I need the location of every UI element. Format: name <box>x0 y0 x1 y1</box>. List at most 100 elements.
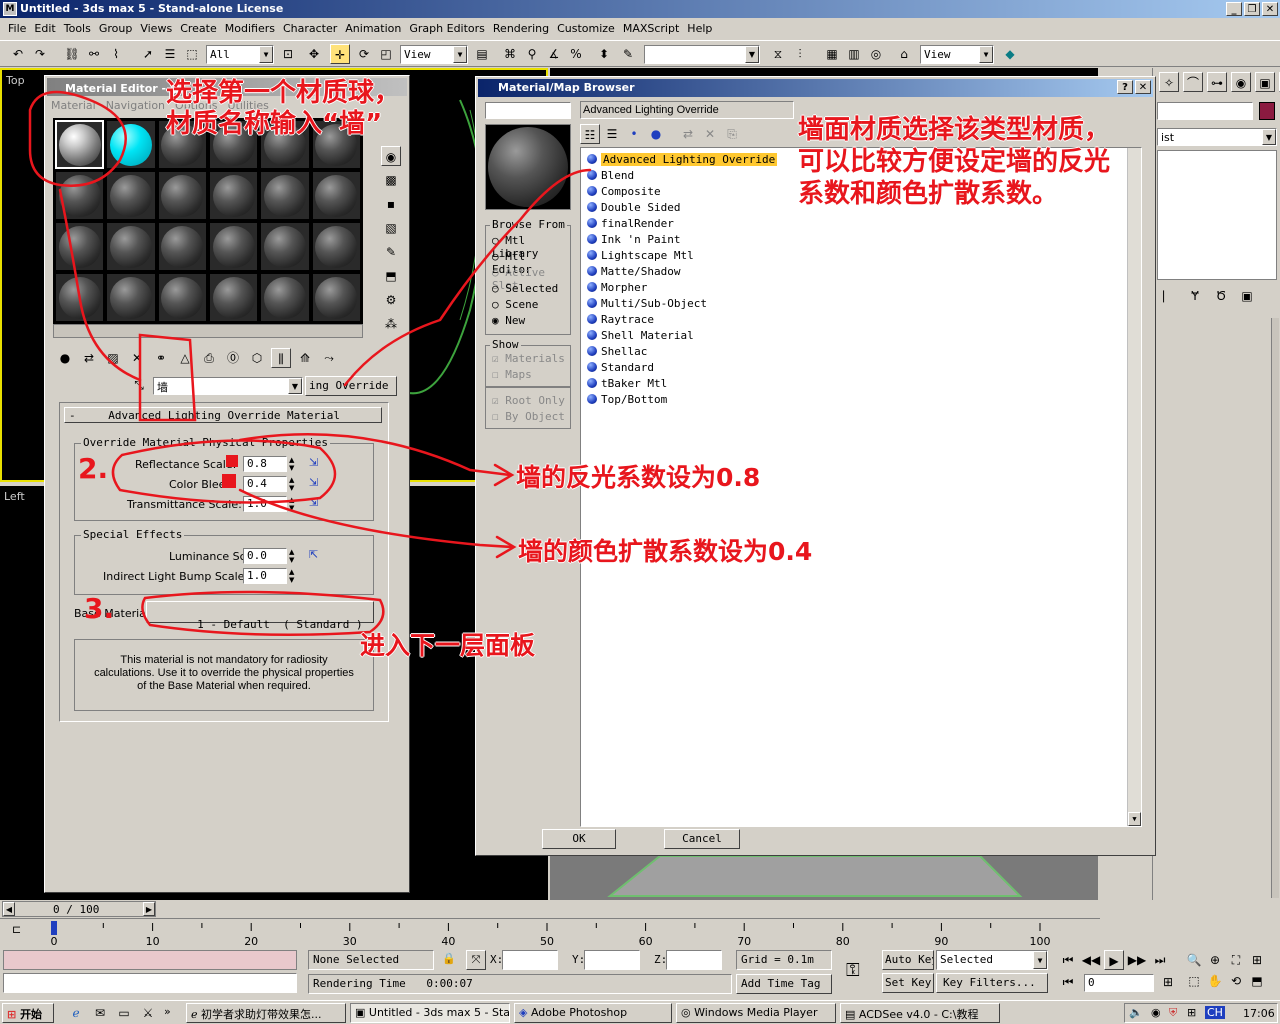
browser-list-item[interactable]: Morpher <box>587 280 777 296</box>
render-view-dropdown[interactable]: View ▼ <box>920 45 994 64</box>
menu-file[interactable]: File <box>4 19 30 38</box>
scale-icon[interactable]: ◰ <box>376 44 396 64</box>
menu-create[interactable]: Create <box>176 19 221 38</box>
luminance-spinner[interactable]: ▲ ▼ <box>289 548 294 564</box>
options-icon[interactable]: ⚙ <box>381 290 401 310</box>
object-color-swatch[interactable] <box>1259 102 1275 120</box>
browser-list-item[interactable]: Ink 'n Paint <box>587 232 777 248</box>
selection-filter-dropdown[interactable]: All ▼ <box>206 45 274 64</box>
assign-to-selection-icon[interactable]: ▨ <box>103 348 123 368</box>
checkbox-by-object[interactable]: ☐ By Object <box>492 410 565 423</box>
region-select-icon[interactable]: ⬚ <box>182 44 202 64</box>
background-icon[interactable]: ▪ <box>381 194 401 214</box>
browser-list-item[interactable]: Blend <box>587 168 777 184</box>
sample-slot[interactable] <box>106 222 156 271</box>
cancel-button[interactable]: Cancel <box>664 829 740 849</box>
radio-scene[interactable]: ○ Scene <box>492 298 538 311</box>
reflectance-input[interactable]: 0.8 <box>243 456 287 472</box>
select-icon[interactable]: ➚ <box>138 44 158 64</box>
go-forward-sibling-icon[interactable]: ⤳ <box>319 348 339 368</box>
bind-spacewarp-icon[interactable]: ⌇ <box>106 44 126 64</box>
browser-list-item[interactable]: Composite <box>587 184 777 200</box>
go-to-parent-icon[interactable]: ⟰ <box>295 348 315 368</box>
link-icon[interactable]: ⛓ <box>62 44 82 64</box>
delete-from-library-icon[interactable]: ✕ <box>700 124 720 144</box>
view-large-icons-icon[interactable]: ● <box>646 124 666 144</box>
make-unique-icon[interactable]: Ծ <box>1211 286 1231 306</box>
uv-tiling-icon[interactable]: ▧ <box>381 218 401 238</box>
menu-rendering[interactable]: Rendering <box>489 19 553 38</box>
zoom-icon[interactable]: 🔍 <box>1184 950 1204 970</box>
sample-slot[interactable] <box>311 222 361 271</box>
browser-list-item[interactable]: Standard <box>587 360 777 376</box>
sample-slot[interactable] <box>157 222 207 271</box>
modifier-stack[interactable] <box>1157 150 1277 280</box>
menu-animation[interactable]: Animation <box>341 19 405 38</box>
reflectance-spinner[interactable]: ▲ ▼ <box>289 456 294 472</box>
sample-slot[interactable] <box>55 273 105 322</box>
named-selection-icon[interactable]: ✎ <box>618 44 638 64</box>
material-name-field[interactable]: 墙 ▼ <box>153 377 303 395</box>
unlink-icon[interactable]: ⚯ <box>84 44 104 64</box>
menu-maxscript[interactable]: MAXScript <box>619 19 683 38</box>
transmittance-input[interactable]: 1.0 <box>243 496 287 512</box>
set-key-button[interactable]: Set Key <box>882 973 934 993</box>
task-3dsmax[interactable]: ▣ Untitled - 3ds max 5 - Sta... <box>350 1003 510 1023</box>
lock-icon[interactable]: 🔒 <box>442 952 456 965</box>
make-preview-icon[interactable]: ⬒ <box>381 266 401 286</box>
browser-list-item[interactable]: tBaker Mtl <box>587 376 777 392</box>
redo-icon[interactable]: ↷ <box>30 44 50 64</box>
menu-graph-editors[interactable]: Graph Editors <box>405 19 489 38</box>
select-by-name-icon[interactable]: ☰ <box>160 44 180 64</box>
sample-type-icon[interactable]: ◉ <box>381 146 401 166</box>
motion-tab-icon[interactable]: ◉ <box>1231 72 1251 92</box>
menu-group[interactable]: Group <box>95 19 137 38</box>
sample-slot[interactable] <box>157 171 207 220</box>
next-frame-icon[interactable]: ▶▶ <box>1127 950 1147 970</box>
get-material-icon[interactable]: ● <box>55 348 75 368</box>
help-icon[interactable]: ? <box>1117 80 1133 94</box>
time-prev-icon[interactable]: ◀ <box>3 902 15 916</box>
schematic-view-icon[interactable]: ▥ <box>844 44 864 64</box>
zoom-all-icon[interactable]: ⊕ <box>1205 950 1225 970</box>
key-icon[interactable]: ⚿ <box>846 960 860 981</box>
window-crossing-icon[interactable]: ⊡ <box>278 44 298 64</box>
modify-tab-icon[interactable]: ⌒ <box>1183 72 1203 92</box>
add-time-tag-button[interactable]: Add Time Tag <box>736 974 832 994</box>
browser-list-item[interactable]: Raytrace <box>587 312 777 328</box>
close-icon[interactable]: ✕ <box>1135 80 1151 94</box>
browser-list-item[interactable]: Shellac <box>587 344 777 360</box>
task-forum[interactable]: ℯ 初学者求助灯带效果怎... <box>186 1003 346 1023</box>
tray-network-icon[interactable]: ⊞ <box>1187 1006 1196 1019</box>
zoom-extents-icon[interactable]: ⛶ <box>1226 950 1246 970</box>
maxscript-listener-pink[interactable] <box>3 950 297 970</box>
previous-frame-icon[interactable]: ◀◀ <box>1081 950 1101 970</box>
menu-edit[interactable]: Edit <box>30 19 59 38</box>
menu-navigation[interactable]: Navigation <box>106 99 165 112</box>
show-end-result-icon[interactable]: ⫼ <box>271 348 291 368</box>
trackbar[interactable]: ⊏ 0 10 20 30 40 50 60 70 80 90 100 <box>0 918 1100 948</box>
task-media-player[interactable]: ◎ Windows Media Player <box>676 1003 836 1023</box>
put-to-scene-icon[interactable]: ⇄ <box>79 348 99 368</box>
percent-snap-icon[interactable]: % <box>566 44 586 64</box>
select-manipulate-icon[interactable]: ⌘ <box>500 44 520 64</box>
sample-slot[interactable] <box>106 171 156 220</box>
outlook-icon[interactable]: ✉ <box>90 1003 110 1023</box>
modifier-list-dropdown[interactable]: ist ▼ <box>1157 128 1277 146</box>
object-name-field[interactable] <box>1157 102 1253 120</box>
checkbox-maps[interactable]: ☐ Maps <box>492 368 532 381</box>
reference-coord-dropdown[interactable]: View ▼ <box>400 45 468 64</box>
named-selection-dropdown[interactable]: ▼ <box>644 45 760 64</box>
browser-list-item[interactable]: Double Sided <box>587 200 777 216</box>
select-move-active-icon[interactable]: ✛ <box>330 44 350 64</box>
reset-map-icon[interactable]: ✕ <box>127 348 147 368</box>
view-list-icon[interactable]: ☷ <box>580 124 600 144</box>
browser-list-item[interactable]: Matte/Shadow <box>587 264 777 280</box>
show-map-icon[interactable]: ⬡ <box>247 348 267 368</box>
material-editor-icon[interactable]: ◎ <box>866 44 886 64</box>
desktop-icon[interactable]: ▭ <box>114 1003 134 1023</box>
rollout-header[interactable]: - Advanced Lighting Override Material <box>64 407 382 423</box>
material-type-button[interactable]: ing Override <box>305 376 397 396</box>
browser-list-item[interactable]: Lightscape Mtl <box>587 248 777 264</box>
rotate-icon[interactable]: ⟳ <box>354 44 374 64</box>
